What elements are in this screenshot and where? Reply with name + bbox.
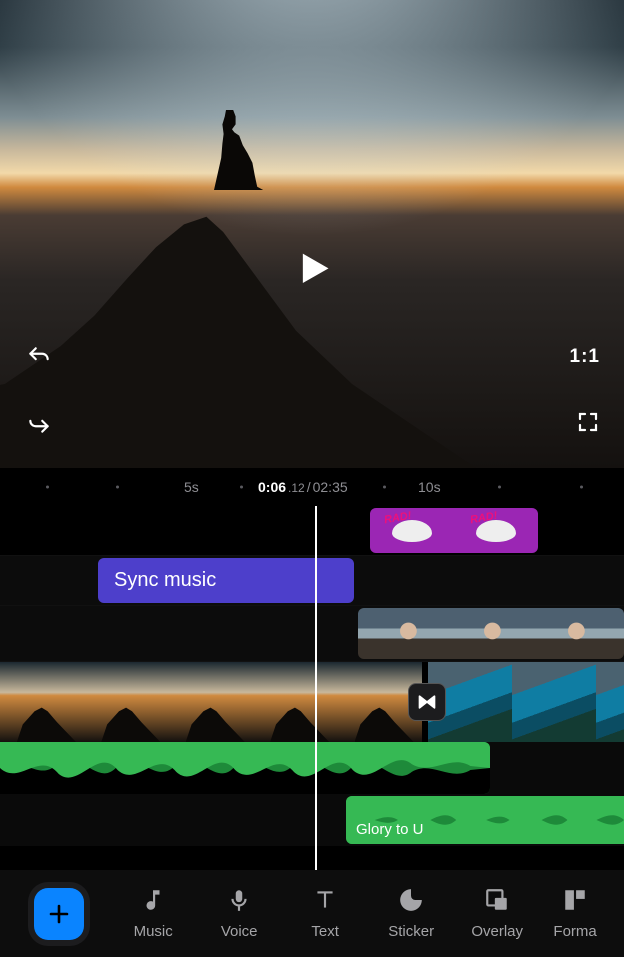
- text-tool[interactable]: Text: [296, 887, 354, 940]
- ruler-label-5s: 5s: [184, 479, 199, 495]
- ruler-tick: [498, 486, 501, 489]
- undo-button[interactable]: [26, 344, 52, 370]
- clip-thumbnail: [84, 662, 168, 742]
- fullscreen-button[interactable]: [576, 410, 600, 434]
- ruler-tick: [580, 486, 583, 489]
- sticker-track[interactable]: RAD! RAD!: [0, 506, 624, 556]
- timeline-ruler[interactable]: 5s 0:06.12 / 02:35 10s: [0, 468, 624, 506]
- microphone-icon: [226, 887, 252, 913]
- time-separator: /: [307, 479, 311, 495]
- skateboard-icon: [392, 520, 432, 542]
- aspect-ratio-button[interactable]: 1:1: [570, 346, 600, 368]
- clip-thumbnail: [526, 608, 610, 659]
- sync-music-track[interactable]: Sync music: [0, 556, 624, 606]
- sync-music-label: Sync music: [114, 569, 216, 592]
- transition-button[interactable]: [408, 683, 446, 721]
- ruler-label-10s: 10s: [418, 479, 441, 495]
- redo-button[interactable]: [26, 410, 52, 436]
- sticker-clip[interactable]: RAD! RAD!: [370, 508, 538, 553]
- play-button[interactable]: [290, 246, 334, 290]
- format-tool[interactable]: Forma: [554, 887, 596, 940]
- audio-clip-1[interactable]: [0, 742, 490, 794]
- clip-thumbnail: [0, 662, 84, 742]
- sticker-icon: [398, 887, 424, 913]
- clip-thumbnail: [358, 608, 442, 659]
- format-icon: [562, 887, 588, 913]
- music-tool[interactable]: Music: [124, 887, 182, 940]
- current-time: 0:06: [258, 479, 286, 495]
- overlay-tool[interactable]: Overlay: [468, 887, 526, 940]
- current-time-ms: .12: [288, 481, 305, 495]
- tool-label: Overlay: [471, 923, 523, 940]
- clip-thumbnail: [442, 608, 526, 659]
- skateboard-icon: [476, 520, 516, 542]
- audio-track-2[interactable]: Glory to U: [0, 794, 624, 846]
- total-time: 02:35: [313, 479, 348, 495]
- tool-label: Voice: [221, 923, 258, 940]
- clip-thumbnail: [253, 662, 337, 742]
- sync-music-button[interactable]: Sync music: [98, 558, 354, 603]
- video-clip-a[interactable]: [0, 662, 422, 742]
- ruler-tick: [240, 486, 243, 489]
- overlay-icon: [484, 887, 510, 913]
- video-preview[interactable]: 1:1: [0, 0, 624, 468]
- add-button[interactable]: [34, 888, 84, 940]
- clip-thumbnail: [169, 662, 253, 742]
- pip-clip[interactable]: [358, 608, 624, 659]
- text-icon: [312, 887, 338, 913]
- tool-label: Sticker: [388, 923, 434, 940]
- bottom-toolbar: Music Voice Text Sticker Overlay Forma: [0, 870, 624, 957]
- ruler-tick: [46, 486, 49, 489]
- sticker-tool[interactable]: Sticker: [382, 887, 440, 940]
- audio-clip-title: Glory to U: [356, 821, 424, 838]
- tool-label: Forma: [553, 923, 596, 940]
- waveform-icon: [0, 742, 490, 794]
- voice-tool[interactable]: Voice: [210, 887, 268, 940]
- video-clip-b[interactable]: [428, 662, 624, 742]
- timeline[interactable]: RAD! RAD! Sync music: [0, 506, 624, 870]
- audio-clip-2[interactable]: Glory to U: [346, 796, 624, 844]
- time-display: 0:06.12 / 02:35: [258, 479, 348, 495]
- tool-label: Text: [311, 923, 339, 940]
- clip-thumbnail: [512, 662, 596, 742]
- audio-track-1[interactable]: [0, 742, 624, 794]
- pip-track[interactable]: [0, 606, 624, 662]
- ruler-tick: [383, 486, 386, 489]
- clip-thumbnail: [596, 662, 624, 742]
- tool-label: Music: [134, 923, 173, 940]
- clip-thumbnail: [610, 608, 624, 659]
- ruler-tick: [116, 486, 119, 489]
- main-video-track[interactable]: [0, 662, 624, 742]
- music-icon: [140, 887, 166, 913]
